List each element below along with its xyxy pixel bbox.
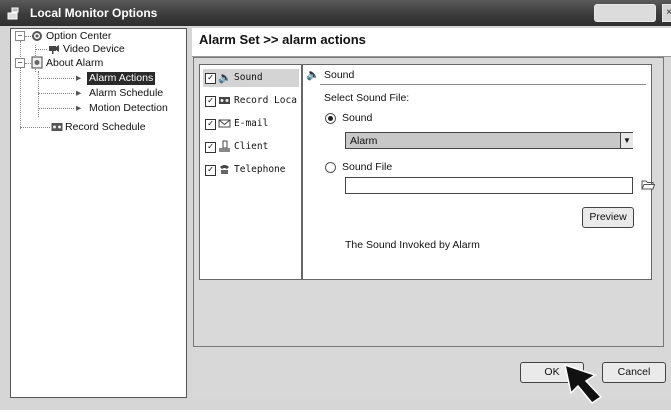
camera-icon	[49, 45, 59, 54]
sound-dropdown[interactable]	[345, 132, 633, 149]
sound-radio[interactable]	[325, 113, 336, 124]
tree-item-option-center[interactable]: Option Center	[46, 30, 111, 43]
list-item-label: Sound	[234, 72, 263, 83]
arrow-icon: ▸	[76, 87, 82, 99]
arrow-icon: ▸	[76, 102, 82, 114]
email-checkbox[interactable]: ✓	[205, 119, 216, 130]
list-item-label: Telephone	[234, 164, 286, 175]
list-item-sound[interactable]: ✓ 🔈 Sound	[203, 69, 299, 87]
options-tree: − Option Center Video Device − About Ala…	[10, 28, 187, 398]
alarm-icon	[31, 56, 43, 69]
gear-icon	[32, 31, 42, 41]
select-sound-file-label: Select Sound File:	[324, 92, 410, 104]
sound-description: The Sound Invoked by Alarm	[345, 239, 480, 251]
sound-file-radio-label: Sound File	[342, 161, 393, 173]
collapse-toggle[interactable]: −	[15, 31, 25, 41]
sound-dropdown-value: Alarm	[350, 135, 378, 147]
sound-checkbox[interactable]: ✓	[205, 73, 216, 84]
divider	[320, 84, 646, 85]
speaker-icon: 🔈	[218, 71, 232, 84]
sound-file-path-input[interactable]	[345, 177, 633, 194]
tree-item-alarm-actions[interactable]: Alarm Actions	[87, 72, 156, 85]
collapse-toggle[interactable]: −	[15, 58, 25, 68]
recorder-icon	[219, 97, 230, 104]
client-icon	[219, 140, 230, 152]
tree-item-about-alarm[interactable]: About Alarm	[46, 57, 103, 70]
speaker-icon: 🔈	[306, 69, 320, 81]
tree-item-video-device[interactable]: Video Device	[63, 43, 125, 56]
title-bar-field[interactable]	[594, 4, 656, 22]
client-checkbox[interactable]: ✓	[205, 142, 216, 153]
recorder-icon	[51, 123, 63, 131]
arrow-icon: ▸	[76, 72, 82, 84]
sound-radio-label: Sound	[342, 112, 373, 124]
record-checkbox[interactable]: ✓	[205, 96, 216, 107]
telephone-icon	[220, 165, 229, 174]
breadcrumb: Alarm Set >> alarm actions	[199, 32, 366, 47]
tree-line	[38, 78, 74, 79]
list-item-record-local[interactable]: ✓ Record Loca	[203, 92, 299, 110]
tree-item-record-schedule[interactable]: Record Schedule	[65, 121, 146, 134]
tree-line	[35, 49, 47, 50]
tree-line	[20, 41, 21, 129]
panel-title: Sound	[324, 69, 355, 81]
window-title: Local Monitor Options	[30, 6, 158, 20]
dropdown-arrow-icon[interactable]: ▼	[620, 133, 633, 148]
tree-item-alarm-schedule[interactable]: Alarm Schedule	[89, 87, 163, 100]
tree-line	[38, 108, 74, 109]
telephone-checkbox[interactable]: ✓	[205, 165, 216, 176]
list-item-telephone[interactable]: ✓ Telephone	[203, 161, 299, 179]
mail-icon	[218, 119, 231, 128]
app-icon	[7, 7, 19, 20]
close-icon[interactable]: ×	[662, 4, 671, 22]
list-item-email[interactable]: ✓ E-mail	[203, 115, 299, 133]
folder-open-icon[interactable]	[641, 179, 655, 191]
alarm-actions-list: ✓ 🔈 Sound ✓ Record Loca ✓ E-mail ✓ Clien…	[199, 64, 302, 280]
preview-button[interactable]: Preview	[582, 207, 634, 228]
tree-line	[38, 93, 74, 94]
mouse-cursor-icon	[563, 363, 603, 405]
sound-file-radio[interactable]	[325, 162, 336, 173]
tree-line	[20, 127, 50, 128]
list-item-label: E-mail	[234, 118, 269, 129]
list-item-client[interactable]: ✓ Client	[203, 138, 299, 156]
list-item-label: Client	[234, 141, 269, 152]
list-item-label: Record Loca	[234, 95, 297, 106]
tree-item-motion-detection[interactable]: Motion Detection	[89, 102, 168, 115]
